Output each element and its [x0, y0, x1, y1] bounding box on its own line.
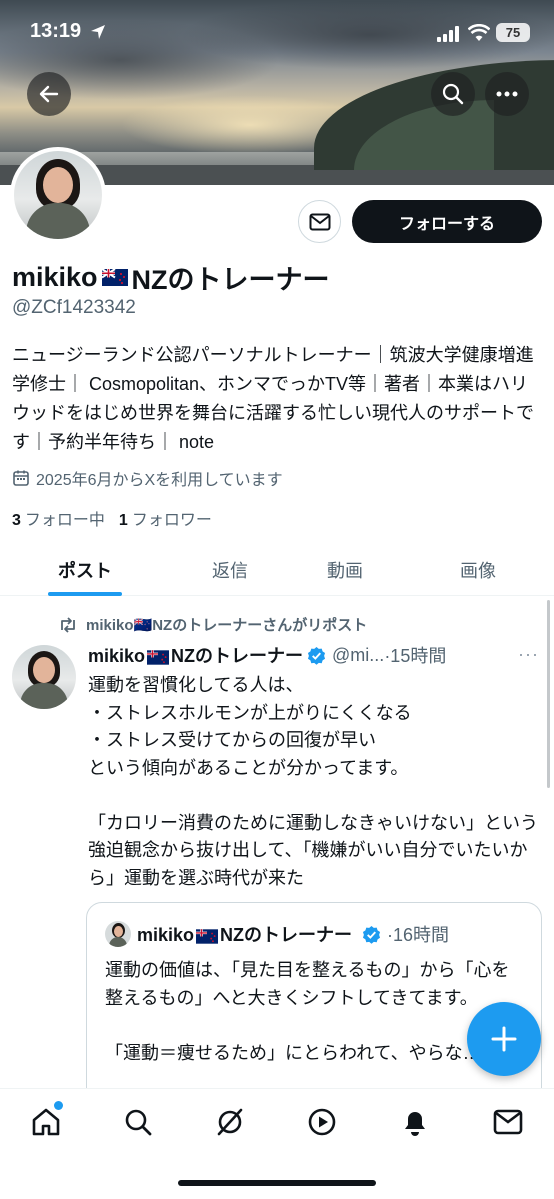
search-icon [442, 83, 464, 105]
status-time: 13:19 [30, 20, 82, 42]
nz-flag-icon [101, 269, 128, 286]
post-time[interactable]: ·15時間 [384, 642, 446, 668]
repost-indicator[interactable]: mikiko🇳🇿NZのトレーナーさんがリポスト [58, 614, 367, 635]
post-more-button[interactable]: ··· [518, 644, 539, 665]
profile-name: mikiko NZのトレーナー [12, 258, 330, 297]
tab-images[interactable]: 画像 [428, 544, 528, 596]
cellular-signal-icon [437, 26, 459, 42]
verified-badge-icon [362, 925, 381, 944]
profile-name-prefix: mikiko [12, 262, 98, 292]
nz-flag-icon [147, 650, 170, 665]
arrow-left-icon [39, 85, 59, 103]
notifications-icon [405, 1112, 425, 1136]
repost-label: mikiko🇳🇿NZのトレーナーさんがリポスト [86, 617, 368, 634]
grok-icon [217, 1108, 243, 1136]
search-profile-button[interactable] [431, 72, 475, 116]
repost-icon [61, 616, 75, 633]
video-icon [308, 1108, 336, 1136]
verified-badge-icon [307, 646, 326, 665]
quoted-author-name: mikiko NZのトレーナー [137, 925, 353, 945]
followers-link[interactable]: 1 フォロワー [119, 506, 212, 530]
status-bar: 13:19 75 [0, 0, 554, 66]
quoted-post-header: mikiko NZのトレーナー ·16時間 [105, 921, 449, 947]
tab-replies[interactable]: 返信 [180, 544, 280, 596]
post-author-handle: @mi... [332, 644, 385, 665]
calendar-icon [13, 470, 29, 486]
active-tab-indicator [48, 592, 122, 596]
post-header: mikiko NZのトレーナー @mi... ·15時間 [88, 642, 540, 668]
mail-icon [309, 213, 330, 230]
profile-handle: @ZCf1423342 [12, 297, 136, 318]
nav-messages[interactable] [491, 1105, 525, 1139]
join-date: 2025年6月からXを利用しています [12, 466, 283, 490]
join-date-text: 2025年6月からXを利用しています [36, 472, 283, 489]
nav-video[interactable] [305, 1105, 339, 1139]
nav-notifications[interactable] [398, 1105, 432, 1139]
home-icon [32, 1108, 60, 1136]
follow-counts: 3 フォロー中 1 フォロワー [12, 506, 212, 530]
nz-flag-icon [196, 929, 219, 944]
nav-home[interactable] [29, 1105, 63, 1139]
profile-tabs: ポスト 返信 動画 画像 [0, 544, 554, 596]
messages-icon [493, 1109, 523, 1135]
location-arrow-icon [91, 25, 105, 39]
profile-name-suffix: NZのトレーナー [131, 265, 330, 295]
profile-avatar[interactable] [10, 147, 106, 243]
wifi-icon [468, 24, 490, 41]
battery-indicator: 75 [496, 23, 530, 42]
post-author-name[interactable]: mikiko NZのトレーナー [88, 642, 303, 668]
quoted-post-time: ·16時間 [387, 925, 450, 945]
nav-search[interactable] [121, 1105, 155, 1139]
more-options-button[interactable] [485, 72, 529, 116]
home-indicator [178, 1180, 376, 1186]
plus-icon [491, 1026, 517, 1052]
following-link[interactable]: 3 フォロー中 [12, 506, 105, 530]
post-text: 運動を習慣化してる人は、 ・ストレスホルモンが上がりにくくなる ・ストレス受けて… [88, 675, 538, 888]
new-content-dot [54, 1101, 63, 1110]
profile-bio: ニュージーランド公認パーソナルトレーナー｜筑波大学健康増進学修士｜ Cosmop… [12, 345, 534, 452]
more-horizontal-icon [496, 91, 518, 97]
message-button[interactable] [298, 200, 341, 243]
scrollbar[interactable] [547, 600, 550, 788]
quoted-post-text: 運動の価値は、「見た目を整えるもの」から「心を整えるもの」へと大きくシフトしてき… [105, 960, 510, 1063]
back-button[interactable] [27, 72, 71, 116]
post-author-avatar[interactable] [12, 645, 76, 709]
tab-videos[interactable]: 動画 [295, 544, 395, 596]
tab-posts[interactable]: ポスト [34, 544, 136, 596]
nav-grok[interactable] [213, 1105, 247, 1139]
compose-post-button[interactable] [467, 1002, 541, 1076]
follow-button[interactable]: フォローする [352, 200, 542, 243]
quoted-author-avatar [105, 921, 131, 947]
search-icon [125, 1109, 152, 1136]
